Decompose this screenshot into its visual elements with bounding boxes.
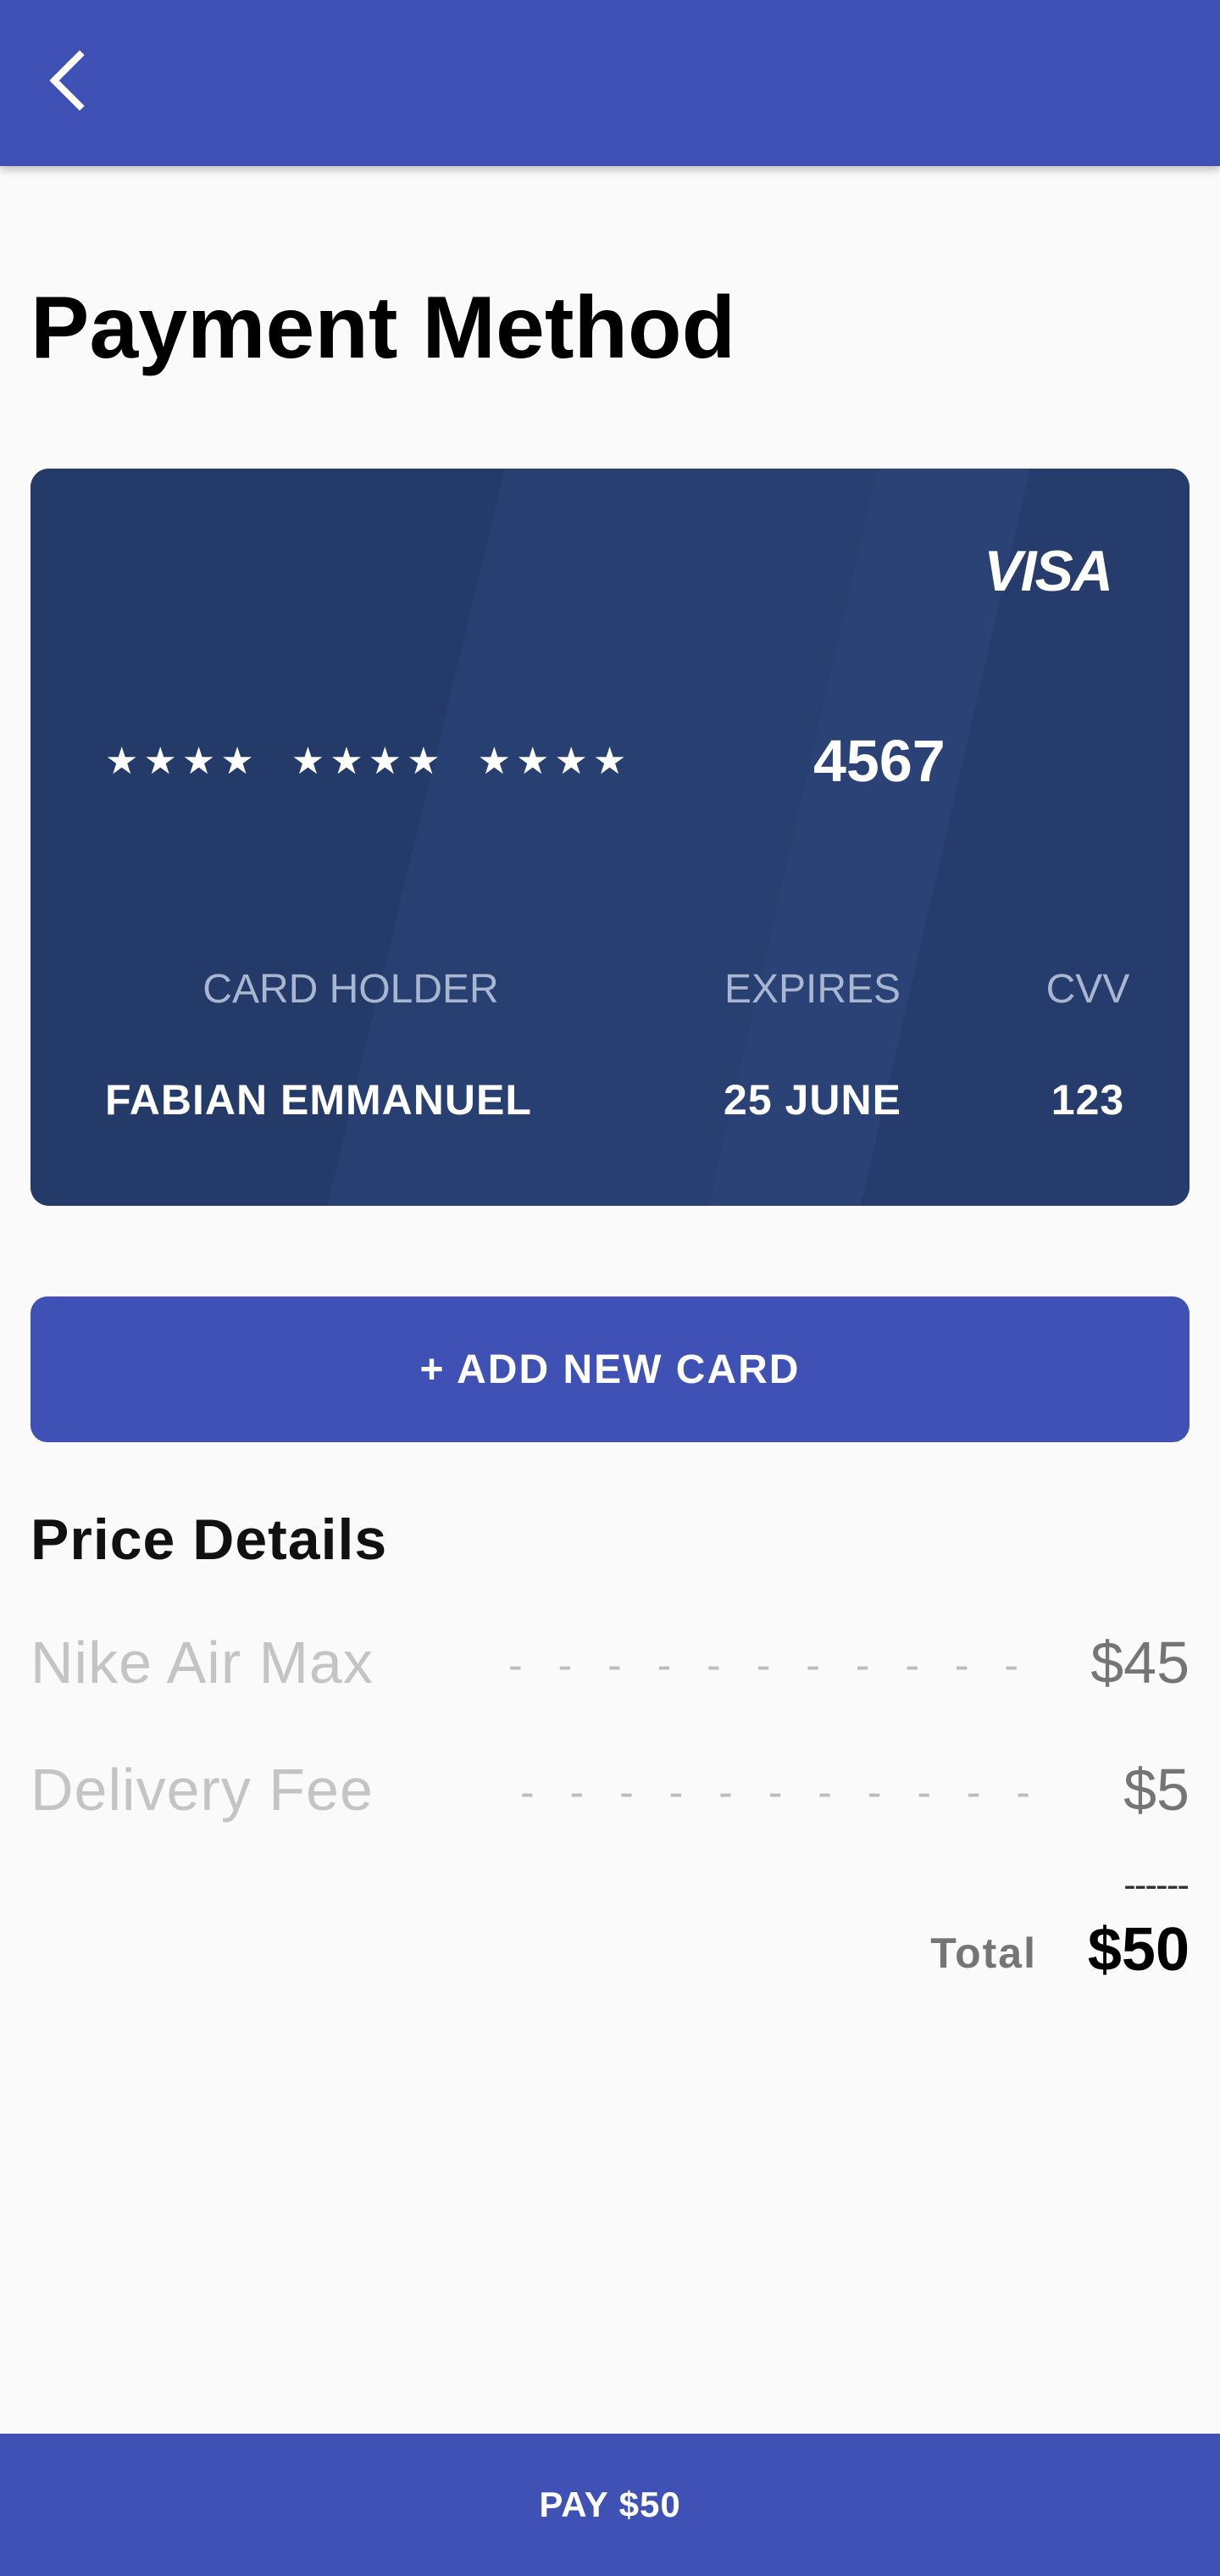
card-holder-name: FABIAN EMMANUEL bbox=[105, 1076, 532, 1124]
price-item-value: $45 bbox=[1090, 1629, 1190, 1696]
total-label: Total bbox=[930, 1929, 1037, 1977]
price-item-label: Delivery Fee bbox=[30, 1757, 374, 1823]
price-item-value: $5 bbox=[1123, 1757, 1190, 1823]
price-item-label: Nike Air Max bbox=[30, 1629, 374, 1696]
price-row-dashes: - - - - - - - - - - - bbox=[520, 1768, 1043, 1816]
sum-divider: ------ bbox=[1123, 1864, 1190, 1906]
expiry-date: 25 JUNE bbox=[724, 1076, 901, 1124]
pay-button[interactable]: PAY $50 bbox=[0, 2434, 1220, 2576]
page-title: Payment Method bbox=[30, 279, 736, 377]
price-row-dashes: - - - - - - - - - - - bbox=[508, 1641, 1031, 1689]
card-last-four: 4567 bbox=[813, 728, 946, 794]
card-number: ★★★★ ★★★★ ★★★★ 4567 bbox=[105, 723, 952, 799]
expires-label: EXPIRES bbox=[724, 967, 901, 1012]
card-holder-label: CARD HOLDER bbox=[202, 967, 499, 1012]
price-details-title: Price Details bbox=[30, 1507, 388, 1572]
app-bar bbox=[0, 0, 1220, 166]
add-new-card-button[interactable]: + ADD NEW CARD bbox=[30, 1296, 1190, 1442]
back-button[interactable] bbox=[32, 42, 100, 119]
cvv-value: 123 bbox=[1051, 1076, 1125, 1124]
masked-digits-group-3: ★★★★ bbox=[477, 740, 632, 782]
chevron-left-icon bbox=[49, 50, 85, 111]
visa-logo: VISA bbox=[984, 539, 1113, 603]
credit-card[interactable]: VISA ★★★★ ★★★★ ★★★★ 4567 CARD HOLDER EXP… bbox=[30, 469, 1190, 1206]
cvv-label: CVV bbox=[1045, 967, 1130, 1012]
masked-digits-group-2: ★★★★ bbox=[291, 740, 446, 782]
total-value: $50 bbox=[1087, 1916, 1190, 1984]
masked-digits-group-1: ★★★★ bbox=[105, 740, 259, 782]
